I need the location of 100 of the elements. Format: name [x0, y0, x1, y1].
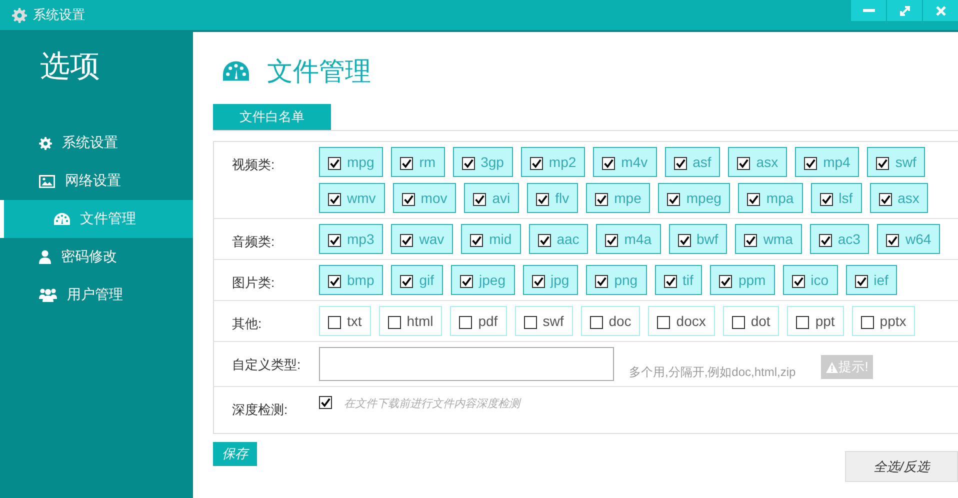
checkbox[interactable] [860, 316, 874, 329]
file-type-option[interactable]: m4v [593, 147, 657, 177]
file-type-option[interactable]: swf [867, 147, 926, 177]
file-type-option[interactable]: png [586, 265, 647, 295]
checkbox[interactable] [878, 193, 892, 206]
checkbox[interactable] [470, 234, 484, 247]
file-type-option[interactable]: m4a [596, 224, 661, 254]
file-type-option[interactable]: txt [319, 306, 371, 336]
checkbox[interactable] [876, 157, 890, 170]
sidebar-item[interactable]: 密码修改 [0, 238, 193, 276]
file-type-option[interactable]: mpa [738, 183, 803, 213]
file-type-option[interactable]: wav [391, 224, 454, 254]
file-type-option[interactable]: flv [527, 183, 578, 213]
file-type-option[interactable]: ico [782, 265, 838, 295]
checkbox[interactable] [328, 316, 341, 329]
file-type-option[interactable]: pptx [852, 306, 916, 336]
file-type-option[interactable]: gif [391, 265, 444, 295]
file-type-option[interactable]: asx [870, 183, 928, 213]
checkbox[interactable] [595, 275, 608, 288]
checkbox[interactable] [590, 316, 603, 329]
checkbox[interactable] [595, 193, 608, 206]
file-type-option[interactable]: mp3 [319, 224, 384, 254]
file-type-option[interactable]: swf [514, 306, 573, 336]
file-type-option[interactable]: docx [648, 306, 715, 336]
file-type-option[interactable]: html [378, 306, 442, 336]
checkbox[interactable] [820, 193, 833, 206]
file-type-option[interactable]: mov [392, 183, 456, 213]
checkbox[interactable] [532, 275, 544, 288]
file-type-option[interactable]: jpg [522, 265, 578, 295]
file-type-option[interactable]: mp2 [520, 147, 586, 177]
sidebar-item[interactable]: 用户管理 [0, 276, 193, 314]
checkbox[interactable] [667, 193, 680, 206]
file-type-option[interactable]: mpeg [658, 183, 730, 213]
file-type-option[interactable]: ppt [787, 306, 844, 336]
sidebar-item[interactable]: 文件管理 [0, 200, 193, 238]
checkbox[interactable] [402, 193, 415, 206]
checkbox[interactable] [792, 275, 805, 288]
checkbox[interactable] [678, 234, 691, 247]
file-type-option[interactable]: asx [728, 147, 788, 177]
file-type-option[interactable]: ac3 [810, 224, 870, 254]
file-type-option[interactable]: bmp [319, 265, 384, 295]
checkbox[interactable] [804, 157, 818, 170]
file-type-option[interactable]: lsf [810, 183, 862, 213]
input-field[interactable] [319, 347, 614, 381]
checkbox[interactable] [719, 275, 732, 288]
sidebar-item[interactable]: 系统设置 [0, 124, 193, 162]
file-type-option[interactable]: mpg [319, 147, 384, 177]
checkbox[interactable] [605, 234, 618, 247]
file-type-option[interactable]: mp4 [795, 147, 860, 177]
checkbox[interactable] [328, 234, 341, 247]
file-type-option[interactable]: asf [664, 147, 720, 177]
file-type-option[interactable]: rm [391, 147, 445, 177]
file-type-option[interactable]: mid [461, 224, 521, 254]
checkbox[interactable] [747, 193, 760, 206]
file-type-option[interactable]: mpe [586, 183, 650, 213]
file-type-option[interactable]: doc [580, 306, 640, 336]
checkbox[interactable] [732, 316, 745, 329]
checkbox[interactable] [674, 157, 687, 170]
file-type-option[interactable]: w64 [877, 224, 940, 254]
file-type-option[interactable]: aac [528, 224, 588, 254]
checkbox[interactable] [400, 275, 414, 288]
checkbox[interactable] [400, 157, 414, 170]
file-type-option[interactable]: wmv [319, 183, 385, 213]
checkbox[interactable] [657, 316, 670, 329]
checkbox[interactable] [886, 234, 900, 247]
checkbox[interactable] [459, 316, 472, 329]
file-type-option[interactable]: pdf [450, 306, 507, 336]
checkbox[interactable] [602, 157, 616, 170]
checkbox[interactable] [328, 193, 341, 206]
checkbox[interactable] [400, 234, 414, 247]
checkbox[interactable] [462, 157, 475, 170]
file-type-option[interactable]: wma [735, 224, 802, 254]
checkbox[interactable] [530, 157, 543, 170]
checkbox[interactable] [538, 234, 551, 247]
file-type-option[interactable]: 3gp [452, 147, 513, 177]
checkbox[interactable] [473, 193, 486, 206]
checkbox[interactable] [524, 316, 537, 329]
checkbox[interactable] [796, 316, 810, 329]
select-all-button[interactable]: 全选/反选 [845, 451, 958, 482]
file-type-option[interactable]: bwf [668, 224, 728, 254]
file-type-option[interactable]: tif [654, 265, 702, 295]
file-type-option[interactable]: ppm [710, 265, 775, 295]
save-button[interactable]: 保存 [213, 442, 257, 466]
checkbox[interactable] [319, 396, 332, 409]
checkbox[interactable] [328, 275, 341, 288]
checkbox[interactable] [328, 157, 341, 170]
tab[interactable]: 文件白名单 [213, 104, 331, 130]
checkbox[interactable] [460, 275, 474, 288]
checkbox[interactable] [744, 234, 758, 247]
checkbox[interactable] [737, 157, 750, 170]
checkbox[interactable] [388, 316, 401, 329]
checkbox[interactable] [818, 234, 832, 247]
file-type-option[interactable]: avi [464, 183, 520, 213]
file-type-option[interactable]: jpeg [451, 265, 514, 295]
file-type-option[interactable]: ief [846, 265, 898, 295]
checkbox[interactable] [536, 193, 550, 206]
file-type-option[interactable]: dot [722, 306, 780, 336]
checkbox[interactable] [664, 275, 677, 288]
checkbox[interactable] [854, 275, 868, 288]
sidebar-item[interactable]: 网络设置 [0, 162, 193, 200]
